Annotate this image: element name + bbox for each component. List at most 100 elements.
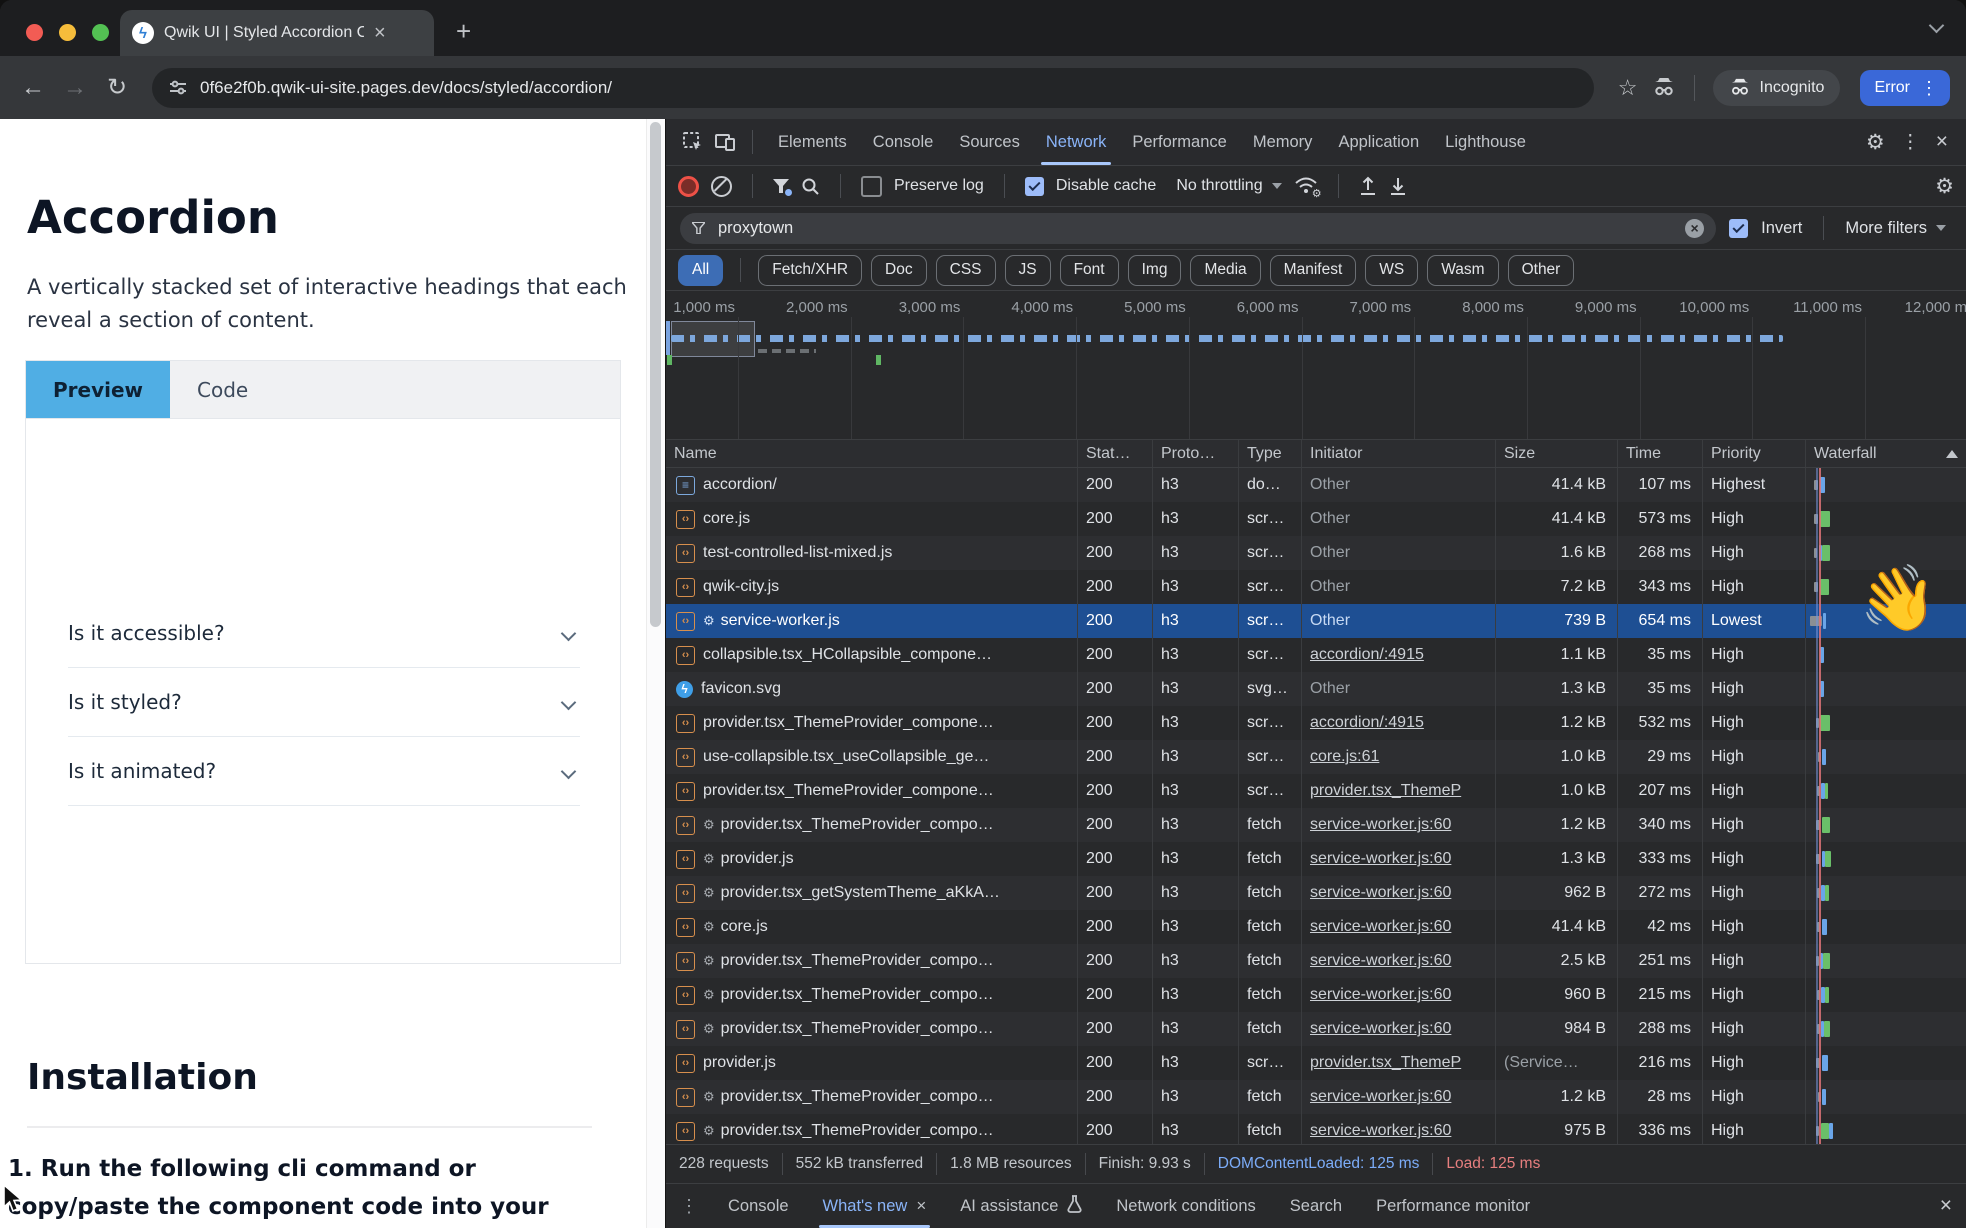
col-protocol[interactable]: Proto… [1153,440,1239,467]
drawer-tab-performance-monitor[interactable]: Performance monitor [1362,1184,1544,1228]
col-priority[interactable]: Priority [1703,440,1806,467]
site-settings-icon[interactable] [168,78,188,98]
devtools-tab-network[interactable]: Network [1033,119,1120,165]
new-tab-button[interactable]: + [456,18,471,44]
initiator-link[interactable]: provider.tsx_ThemeP [1310,1054,1461,1072]
address-bar[interactable]: 0f6e2f0b.qwik-ui-site.pages.dev/docs/sty… [152,68,1594,108]
initiator-link[interactable]: core.js:61 [1310,748,1379,766]
drawer-kebab-icon[interactable]: ⋮ [680,1196,698,1217]
initiator-link[interactable]: service-worker.js:60 [1310,1088,1451,1106]
drawer-tab-console[interactable]: Console [714,1184,803,1228]
network-conditions-icon[interactable]: ⚙ [1294,176,1318,196]
export-har-icon[interactable] [1389,176,1407,196]
browser-tab[interactable]: ϟ Qwik UI | Styled Accordion Co × [120,10,434,56]
initiator-link[interactable]: service-worker.js:60 [1310,884,1451,902]
initiator-link[interactable]: service-worker.js:60 [1310,1020,1451,1038]
inspect-element-icon[interactable] [682,131,704,153]
table-row[interactable]: ‹›⚙provider.tsx_ThemeProvider_compo…200h… [666,978,1966,1012]
disable-cache-checkbox[interactable] [1025,177,1044,196]
close-drawer-icon[interactable]: × [1940,1194,1952,1218]
table-row[interactable]: ‹›⚙provider.tsx_ThemeProvider_compo…200h… [666,1012,1966,1046]
chip-css[interactable]: CSS [936,255,996,286]
table-row[interactable]: ‹›qwik-city.js200h3scr…Other7.2 kB343 ms… [666,570,1966,604]
table-row[interactable]: ‹›⚙provider.tsx_ThemeProvider_compo…200h… [666,1080,1966,1114]
col-time[interactable]: Time [1618,440,1703,467]
request-name-cell[interactable]: ‹›⚙provider.js [666,842,1078,876]
table-row[interactable]: ‹›test-controlled-list-mixed.js200h3scr…… [666,536,1966,570]
close-drawer-tab-icon[interactable]: × [916,1196,926,1216]
devtools-tab-performance[interactable]: Performance [1119,119,1239,165]
col-type[interactable]: Type [1239,440,1302,467]
request-name-cell[interactable]: ‹›use-collapsible.tsx_useCollapsible_ge… [666,740,1078,774]
initiator-link[interactable]: service-worker.js:60 [1310,986,1451,1004]
tab-preview[interactable]: Preview [26,361,170,418]
table-row[interactable]: ϟfavicon.svg200h3svg…Other1.3 kB35 msHig… [666,672,1966,706]
drawer-tab-what-s-new[interactable]: What's new× [809,1184,941,1228]
col-name[interactable]: Name [666,440,1078,467]
devtools-tab-application[interactable]: Application [1325,119,1432,165]
reload-button[interactable]: ↻ [100,73,134,102]
table-row[interactable]: ‹›⚙provider.tsx_getSystemTheme_aKkA…200h… [666,876,1966,910]
request-name-cell[interactable]: ‹›provider.tsx_ThemeProvider_compone… [666,706,1078,740]
chip-all[interactable]: All [678,255,723,286]
col-status[interactable]: Stat… [1078,440,1153,467]
chip-media[interactable]: Media [1190,255,1260,286]
request-name-cell[interactable]: ‹›provider.tsx_ThemeProvider_compone… [666,774,1078,808]
devtools-close-icon[interactable]: × [1936,130,1948,154]
bookmark-star-icon[interactable]: ☆ [1618,75,1638,101]
col-waterfall[interactable]: Waterfall [1806,440,1966,467]
device-toolbar-icon[interactable] [714,131,736,153]
request-name-cell[interactable]: ‹›⚙provider.tsx_ThemeProvider_compo… [666,1080,1078,1114]
request-name-cell[interactable]: ‹›⚙provider.tsx_ThemeProvider_compo… [666,808,1078,842]
chip-img[interactable]: Img [1128,255,1182,286]
request-name-cell[interactable]: ‹›⚙provider.tsx_ThemeProvider_compo… [666,978,1078,1012]
preserve-log-checkbox[interactable] [861,176,882,197]
chip-other[interactable]: Other [1508,255,1575,286]
chip-manifest[interactable]: Manifest [1270,255,1357,286]
browser-menu-error-button[interactable]: Error ⋮ [1860,70,1950,106]
clear-filter-icon[interactable]: × [1685,219,1704,238]
invert-checkbox[interactable] [1729,219,1748,238]
chip-doc[interactable]: Doc [871,255,927,286]
timeline-selection-handle[interactable] [666,321,670,355]
network-overview-timeline[interactable]: 1,000 ms2,000 ms3,000 ms4,000 ms5,000 ms… [666,291,1966,440]
devtools-kebab-icon[interactable]: ⋮ [1901,133,1920,152]
accordion-item[interactable]: Is it accessible? [68,599,580,668]
request-name-cell[interactable]: ‹›test-controlled-list-mixed.js [666,536,1078,570]
request-name-cell[interactable]: ≡accordion/ [666,468,1078,502]
page-scrollbar[interactable] [646,119,665,1228]
col-size[interactable]: Size [1496,440,1618,467]
scrollbar-thumb[interactable] [650,122,661,627]
devtools-tab-console[interactable]: Console [860,119,947,165]
forward-button[interactable]: → [58,74,92,102]
chip-ws[interactable]: WS [1365,255,1418,286]
table-row[interactable]: ‹›core.js200h3scr…Other41.4 kB573 msHigh [666,502,1966,536]
table-row[interactable]: ‹›⚙service-worker.js200h3scr…Other739 B6… [666,604,1966,638]
request-name-cell[interactable]: ‹›provider.js [666,1046,1078,1080]
incognito-profile-icon[interactable] [1652,76,1676,100]
filter-funnel-icon[interactable] [773,179,789,193]
chip-js[interactable]: JS [1005,255,1051,286]
import-har-icon[interactable] [1359,176,1377,196]
request-name-cell[interactable]: ‹›⚙core.js [666,910,1078,944]
table-row[interactable]: ‹›provider.js200h3scr…provider.tsx_Theme… [666,1046,1966,1080]
table-row[interactable]: ‹›⚙provider.tsx_ThemeProvider_compo…200h… [666,1114,1966,1144]
chip-font[interactable]: Font [1060,255,1119,286]
network-settings-icon[interactable]: ⚙ [1935,174,1954,199]
close-window-button[interactable] [26,24,43,41]
back-button[interactable]: ← [16,74,50,102]
request-name-cell[interactable]: ‹›⚙provider.tsx_ThemeProvider_compo… [666,1012,1078,1046]
table-row[interactable]: ‹›use-collapsible.tsx_useCollapsible_ge…… [666,740,1966,774]
initiator-link[interactable]: service-worker.js:60 [1310,816,1451,834]
table-row[interactable]: ≡accordion/200h3do…Other41.4 kB107 msHig… [666,468,1966,502]
request-name-cell[interactable]: ‹›⚙provider.tsx_getSystemTheme_aKkA… [666,876,1078,910]
table-row[interactable]: ‹›⚙core.js200h3fetchservice-worker.js:60… [666,910,1966,944]
request-name-cell[interactable]: ‹›collapsible.tsx_HCollapsible_compone… [666,638,1078,672]
request-name-cell[interactable]: ‹›⚙service-worker.js [666,604,1078,638]
chip-wasm[interactable]: Wasm [1427,255,1498,286]
drawer-tab-search[interactable]: Search [1276,1184,1356,1228]
devtools-tab-lighthouse[interactable]: Lighthouse [1432,119,1539,165]
maximize-window-button[interactable] [92,24,109,41]
clear-network-log-icon[interactable] [711,176,732,197]
table-row[interactable]: ‹›⚙provider.tsx_ThemeProvider_compo…200h… [666,944,1966,978]
